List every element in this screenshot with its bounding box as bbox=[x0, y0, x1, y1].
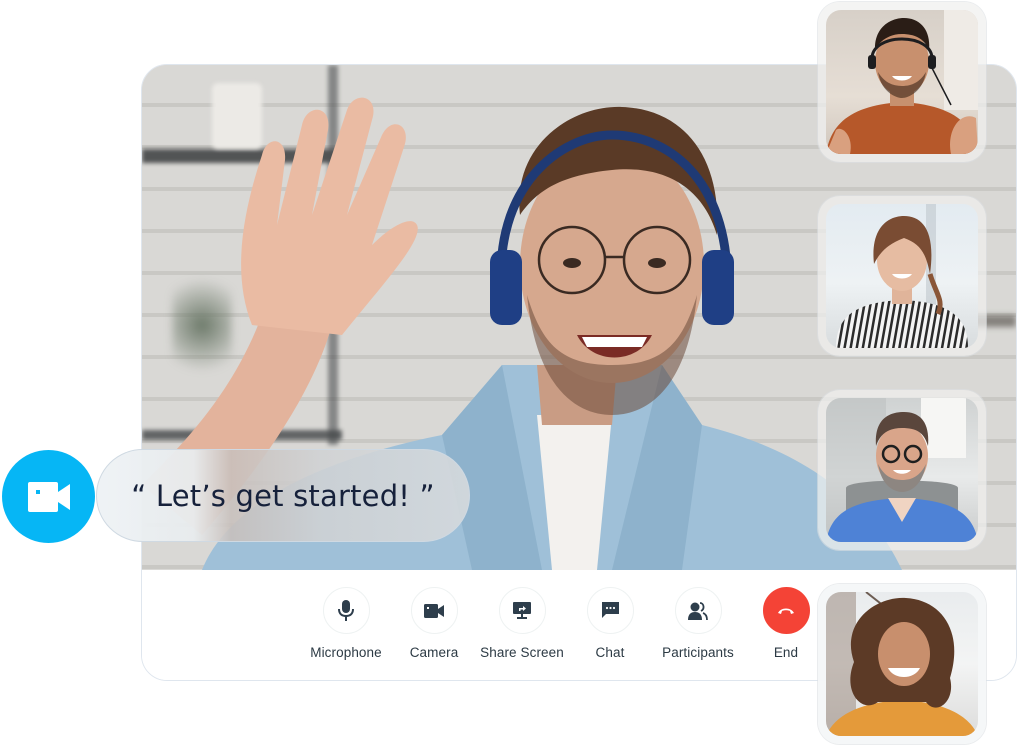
call-controls: Microphone Camera Share Screen Chat Part… bbox=[302, 587, 830, 660]
camera-button[interactable]: Camera bbox=[390, 587, 478, 660]
chat-button-circle bbox=[586, 587, 634, 634]
end-call-button-circle bbox=[762, 587, 810, 634]
participant-3-image bbox=[826, 398, 978, 542]
microphone-label: Microphone bbox=[310, 645, 382, 660]
video-camera-icon bbox=[27, 481, 70, 512]
participant-2-video bbox=[826, 204, 978, 348]
participant-4-image bbox=[826, 592, 978, 736]
share-screen-icon bbox=[513, 602, 531, 619]
share-screen-button-circle bbox=[498, 587, 546, 634]
participants-button[interactable]: Participants bbox=[654, 587, 742, 660]
chat-button[interactable]: Chat bbox=[566, 587, 654, 660]
participant-4-video bbox=[826, 592, 978, 736]
participant-2-image bbox=[836, 204, 968, 348]
chat-bubble-icon bbox=[601, 602, 619, 618]
hang-up-icon bbox=[778, 608, 794, 614]
callout-message: “ Let’s get started! ” bbox=[131, 478, 435, 513]
video-call-badge bbox=[2, 450, 95, 543]
share-screen-label: Share Screen bbox=[480, 645, 564, 660]
participant-tile[interactable] bbox=[818, 2, 986, 162]
microphone-icon bbox=[338, 599, 354, 621]
participant-1-image bbox=[826, 10, 978, 154]
end-call-button[interactable]: End bbox=[742, 587, 830, 660]
participant-1-video bbox=[826, 10, 978, 154]
microphone-button-circle bbox=[322, 587, 370, 634]
end-label: End bbox=[773, 645, 799, 660]
participant-3-video bbox=[826, 398, 978, 542]
share-screen-button[interactable]: Share Screen bbox=[478, 587, 566, 660]
participants-button-circle bbox=[674, 587, 722, 634]
participant-tile[interactable] bbox=[818, 584, 986, 744]
camera-label: Camera bbox=[409, 645, 459, 660]
microphone-button[interactable]: Microphone bbox=[302, 587, 390, 660]
participants-icon bbox=[688, 601, 708, 620]
camera-button-circle bbox=[410, 587, 458, 634]
participant-tile[interactable] bbox=[818, 196, 986, 356]
chat-label: Chat bbox=[595, 645, 625, 660]
speech-callout: “ Let’s get started! ” bbox=[96, 449, 470, 542]
video-camera-icon bbox=[424, 603, 444, 618]
participant-tile[interactable] bbox=[818, 390, 986, 550]
participants-label: Participants bbox=[662, 645, 734, 660]
